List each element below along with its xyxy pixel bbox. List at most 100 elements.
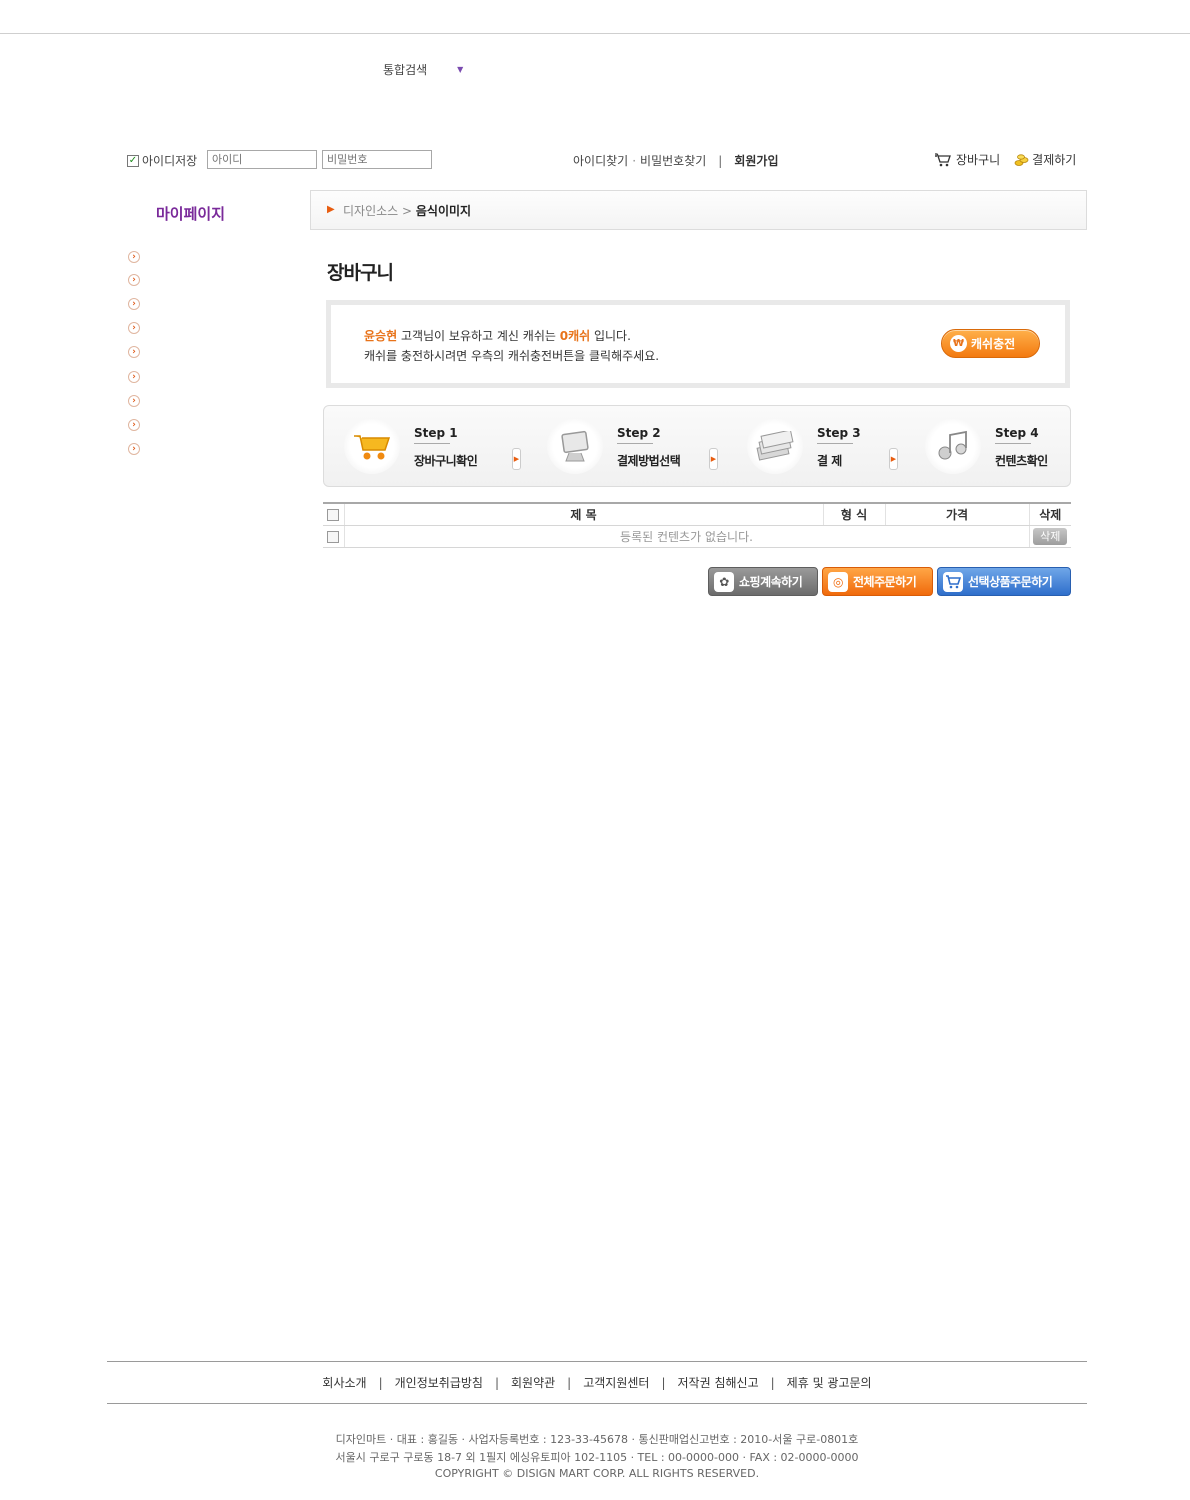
top-divider bbox=[0, 33, 1190, 34]
footer-company-info: 디자인마트 · 대표 : 홍길동 · 사업자등록번호 : 123-33-4567… bbox=[335, 1433, 859, 1446]
utility-links: 장바구니 결제하기 bbox=[934, 151, 1076, 168]
step-next-arrow-icon: ▶ bbox=[512, 448, 521, 470]
footer-link-privacy[interactable]: 개인정보취급방침 bbox=[395, 1374, 483, 1391]
order-selected-label: 선택상품주문하기 bbox=[968, 575, 1053, 589]
separator-bar: | bbox=[567, 1375, 572, 1390]
step-number: Step 3 bbox=[817, 426, 861, 440]
step-underline bbox=[617, 443, 653, 444]
coins-icon bbox=[1014, 153, 1029, 166]
cash-text: 고객님이 보유하고 계신 캐쉬는 bbox=[397, 329, 560, 343]
sidebar-item-bullet[interactable]: › bbox=[128, 298, 140, 310]
footer-link-copyright-report[interactable]: 저작권 침해신고 bbox=[678, 1374, 759, 1391]
order-all-label: 전체주문하기 bbox=[853, 575, 917, 589]
column-header-delete: 삭제 bbox=[1028, 503, 1071, 526]
step-number: Step 2 bbox=[617, 426, 661, 440]
cash-info-line1: 윤승현 고객님이 보유하고 계신 캐쉬는 0캐쉬 입니다. bbox=[364, 327, 631, 344]
row-checkbox[interactable] bbox=[327, 530, 340, 543]
cash-info-box: 윤승현 고객님이 보유하고 계신 캐쉬는 0캐쉬 입니다. 캐쉬를 충전하시려면… bbox=[326, 300, 1070, 388]
flower-icon: ✿ bbox=[714, 571, 734, 592]
monitor-icon bbox=[547, 418, 603, 474]
row-select-cell bbox=[323, 525, 344, 548]
column-header-format: 형 식 bbox=[822, 503, 885, 526]
step-underline bbox=[995, 443, 1031, 444]
sidebar-item-bullet[interactable]: › bbox=[128, 274, 140, 286]
table-row: 등록된 컨텐츠가 없습니다. 삭제 bbox=[323, 525, 1071, 548]
find-password-link[interactable]: 비밀번호찾기 bbox=[640, 152, 706, 169]
step-underline bbox=[414, 443, 450, 444]
sidebar-item-bullet[interactable]: › bbox=[128, 346, 140, 358]
dropdown-arrow-icon: ▼ bbox=[457, 64, 464, 74]
column-header-price: 가격 bbox=[884, 503, 1029, 526]
empty-message: 등록된 컨텐츠가 없습니다. bbox=[343, 525, 1029, 548]
search-scope-select[interactable]: 통합검색 ▼ bbox=[383, 60, 473, 78]
money-icon bbox=[747, 418, 803, 474]
id-input[interactable] bbox=[207, 150, 317, 169]
cash-info-line2: 캐쉬를 충전하시려면 우측의 캐쉬충전버튼을 클릭해주세요. bbox=[364, 349, 660, 363]
footer-address-info: 서울시 구로구 구로동 18-7 외 1필지 에싱유토피아 102-1105 ·… bbox=[335, 1451, 859, 1464]
separator-bar: | bbox=[494, 1375, 499, 1390]
sidebar-item-bullet[interactable]: › bbox=[128, 395, 140, 407]
payment-label: 결제하기 bbox=[1032, 153, 1077, 167]
order-all-button[interactable]: ◎ 전체주문하기 bbox=[822, 567, 933, 596]
delete-button[interactable]: 삭제 bbox=[1033, 527, 1068, 545]
step-name: 컨텐츠확인 bbox=[995, 454, 1048, 468]
cart-link[interactable]: 장바구니 bbox=[934, 151, 1000, 168]
check-circle-icon: ◎ bbox=[828, 571, 848, 592]
separator-bar: | bbox=[770, 1375, 775, 1390]
page-title: 장바구니 bbox=[327, 262, 394, 284]
column-header-title: 제 목 bbox=[343, 503, 823, 526]
search-scope-label: 통합검색 bbox=[383, 62, 428, 77]
sidebar-item-bullet[interactable]: › bbox=[128, 251, 140, 263]
password-input[interactable] bbox=[322, 150, 432, 169]
won-icon: ₩ bbox=[950, 335, 967, 352]
step-name: 장바구니확인 bbox=[414, 454, 478, 468]
footer-link-terms[interactable]: 회원약관 bbox=[511, 1374, 555, 1391]
breadcrumb-parent[interactable]: 디자인소스 bbox=[343, 204, 398, 218]
sidebar-title: 마이페이지 bbox=[156, 205, 226, 223]
separator-bar: | bbox=[718, 153, 723, 168]
separator-dot: · bbox=[632, 153, 637, 168]
continue-shopping-button[interactable]: ✿ 쇼핑계속하기 bbox=[708, 567, 818, 596]
join-link[interactable]: 회원가입 bbox=[734, 152, 778, 169]
sidebar-item-bullet[interactable]: › bbox=[128, 419, 140, 431]
step-next-arrow-icon: ▶ bbox=[889, 448, 898, 470]
footer-link-about[interactable]: 회사소개 bbox=[322, 1374, 366, 1391]
step-number: Step 1 bbox=[414, 426, 458, 440]
table-header-row: 제 목 형 식 가격 삭제 bbox=[323, 503, 1071, 526]
payment-link[interactable]: 결제하기 bbox=[1014, 151, 1076, 168]
sidebar-item-bullet[interactable]: › bbox=[128, 322, 140, 334]
footer-link-partnership[interactable]: 제휴 및 광고문의 bbox=[787, 1374, 872, 1391]
user-name: 윤승현 bbox=[364, 329, 398, 343]
music-icon bbox=[925, 418, 981, 474]
order-steps: Step 1 장바구니확인 ▶ Step 2 결제방법선택 ▶ Step 3 결… bbox=[323, 405, 1071, 487]
step-underline bbox=[817, 443, 853, 444]
footer-links: 회사소개 | 개인정보취급방침 | 회원약관 | 고객지원센터 | 저작권 침해… bbox=[107, 1374, 1087, 1391]
select-all-cell bbox=[323, 503, 344, 526]
step-name: 결제방법선택 bbox=[617, 454, 681, 468]
find-id-link[interactable]: 아이디찾기 bbox=[573, 152, 628, 169]
cash-amount: 0캐쉬 bbox=[559, 329, 591, 343]
step-name: 결 제 bbox=[817, 454, 842, 468]
footer-divider-top bbox=[107, 1361, 1087, 1362]
cart-table: 제 목 형 식 가격 삭제 등록된 컨텐츠가 없습니다. 삭제 bbox=[323, 502, 1071, 548]
cart-icon bbox=[935, 152, 951, 166]
account-links: 아이디찾기 · 비밀번호찾기 | 회원가입 bbox=[573, 152, 779, 169]
breadcrumb-arrow-icon: ▶ bbox=[327, 204, 335, 215]
footer-link-support[interactable]: 고객지원센터 bbox=[583, 1374, 649, 1391]
cart-label: 장바구니 bbox=[956, 153, 1001, 167]
select-all-checkbox[interactable] bbox=[327, 508, 340, 521]
save-id-checkbox[interactable]: ✓ bbox=[127, 154, 139, 167]
row-delete-cell: 삭제 bbox=[1028, 525, 1071, 548]
cart-icon bbox=[344, 418, 400, 474]
cash-charge-label: 캐쉬충전 bbox=[971, 337, 1016, 351]
breadcrumb-text: 디자인소스 > 음식이미지 bbox=[343, 204, 472, 218]
breadcrumb-current: 음식이미지 bbox=[415, 204, 472, 218]
save-id-option[interactable]: ✓ 아이디저장 bbox=[127, 152, 197, 169]
continue-shopping-label: 쇼핑계속하기 bbox=[739, 575, 803, 589]
separator-bar: | bbox=[378, 1375, 383, 1390]
cash-charge-button[interactable]: ₩ 캐쉬충전 bbox=[941, 329, 1040, 358]
save-id-label: 아이디저장 bbox=[142, 154, 198, 168]
order-selected-button[interactable]: 선택상품주문하기 bbox=[937, 567, 1071, 596]
sidebar-item-bullet[interactable]: › bbox=[128, 371, 140, 383]
sidebar-item-bullet[interactable]: › bbox=[128, 443, 140, 455]
